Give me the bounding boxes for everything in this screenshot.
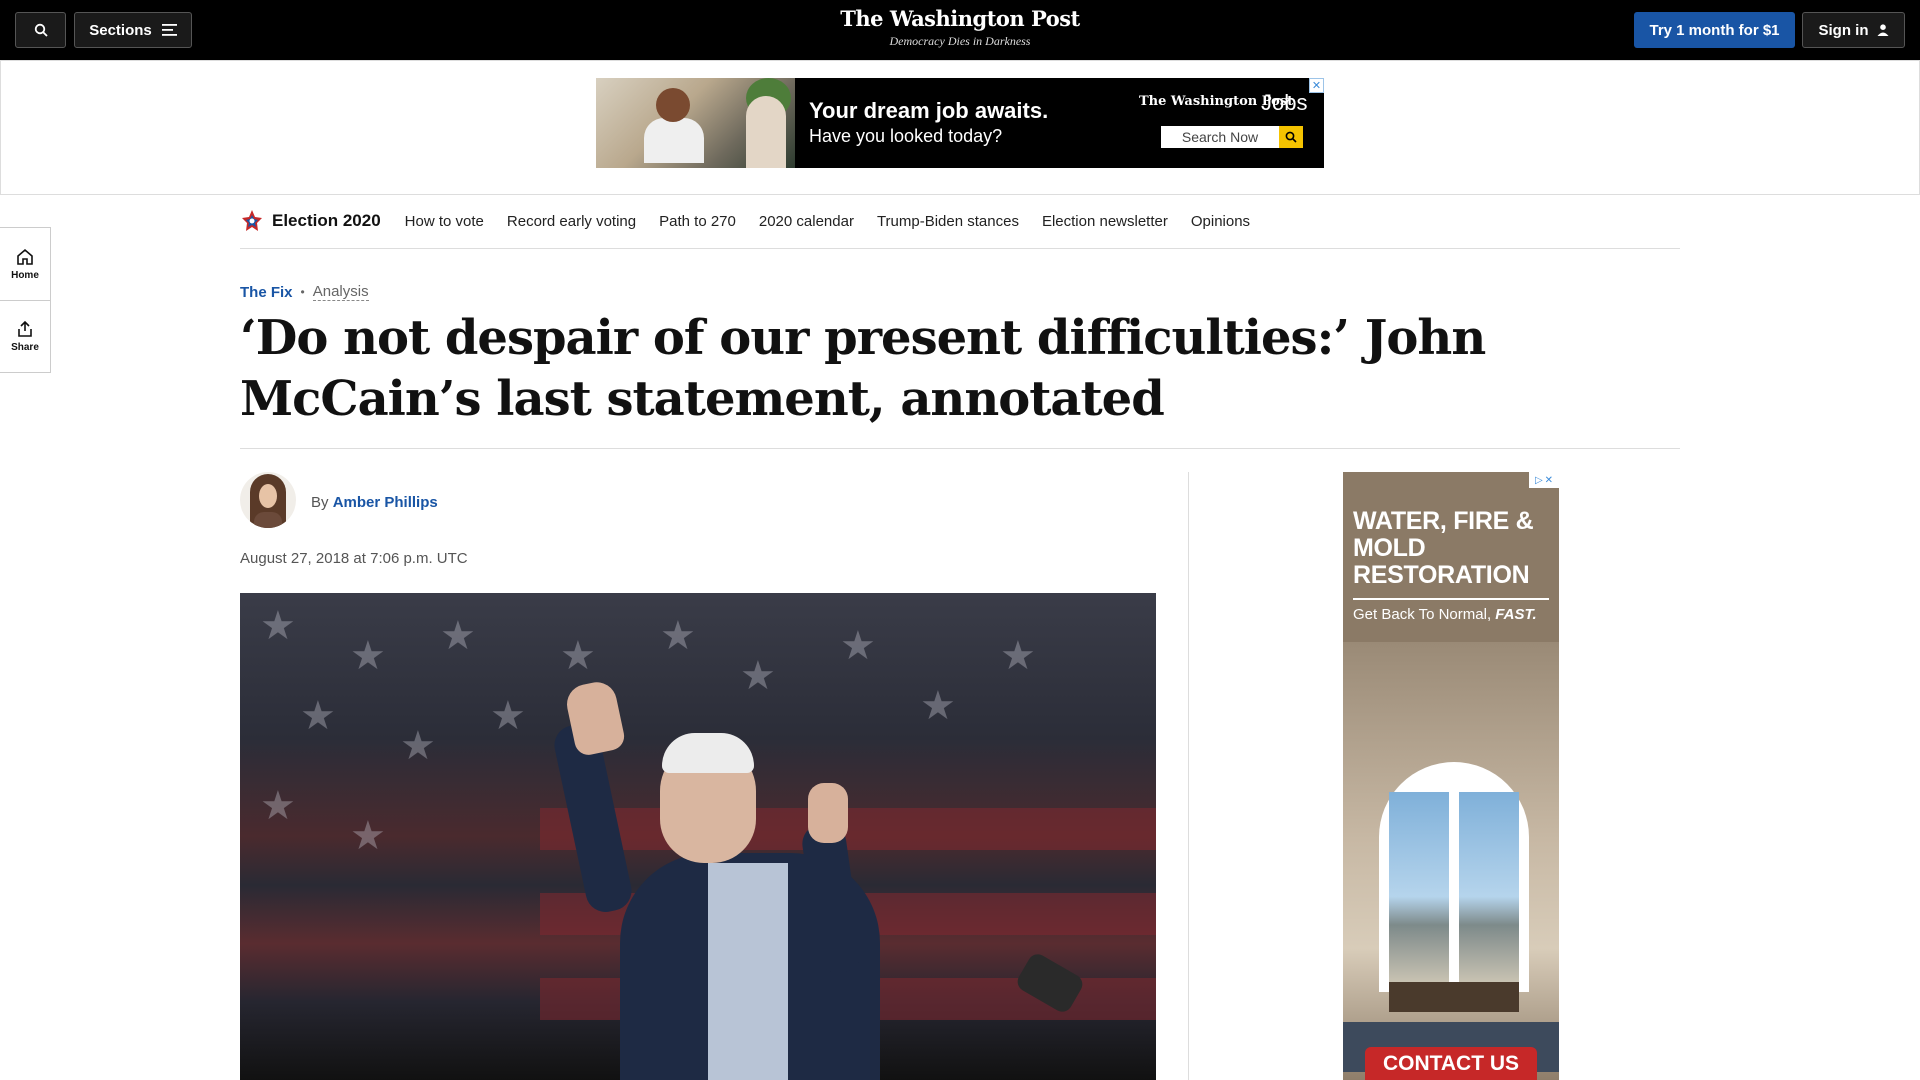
side-ad-close-icon[interactable]: ✕ (1545, 475, 1553, 486)
search-icon (34, 23, 48, 37)
nav-link-opinions[interactable]: Opinions (1191, 213, 1250, 230)
user-icon (1877, 24, 1888, 36)
ad-subline: Have you looked today? (809, 126, 1003, 146)
home-icon (17, 248, 33, 265)
side-ad-tagline: Get Back To Normal, FAST. (1353, 606, 1537, 623)
analysis-label[interactable]: Analysis (312, 283, 369, 301)
rail-home-label: Home (11, 269, 39, 281)
byline-prefix: By (311, 494, 329, 511)
ad-headline: Your dream job awaits. (809, 98, 1049, 123)
election-nav-title: Election 2020 (272, 211, 381, 230)
author-link[interactable]: Amber Phillips (333, 494, 438, 511)
publish-date: August 27, 2018 at 7:06 p.m. UTC (240, 550, 468, 567)
ad-search-magnifier[interactable] (1279, 126, 1303, 148)
contact-us-button[interactable]: CONTACT US (1365, 1047, 1537, 1080)
article-kicker: The Fix • Analysis (240, 283, 369, 301)
rail-home-button[interactable]: Home (0, 228, 50, 300)
nav-link-early-voting[interactable]: Record early voting (507, 213, 636, 230)
signin-button[interactable]: Sign in (1802, 12, 1905, 48)
nav-link-how-to-vote[interactable]: How to vote (405, 213, 484, 230)
sections-label: Sections (89, 21, 152, 39)
search-magnifier-icon (1285, 131, 1297, 143)
sections-button[interactable]: Sections (74, 12, 192, 48)
ad-photo (596, 78, 795, 168)
signin-label: Sign in (1818, 21, 1869, 39)
rail-share-label: Share (11, 342, 39, 353)
byline: By Amber Phillips (311, 494, 438, 511)
logo-title: The Washington Post (840, 6, 1080, 31)
restoration-ad[interactable]: WATER, FIRE & MOLD RESTORATION Get Back … (1343, 472, 1559, 1080)
ad-close-button[interactable]: ✕ (1309, 78, 1324, 93)
jobs-ad-banner[interactable]: Your dream job awaits. Have you looked t… (596, 78, 1324, 168)
subscribe-button[interactable]: Try 1 month for $1 (1634, 12, 1795, 48)
election-star-icon (241, 210, 263, 232)
nav-link-stances[interactable]: Trump-Biden stances (877, 213, 1019, 230)
nav-link-path-to-270[interactable]: Path to 270 (659, 213, 736, 230)
ad-room-image (1343, 642, 1559, 1080)
election-nav: Election 2020 How to vote Record early v… (240, 194, 1680, 249)
search-button[interactable] (15, 12, 66, 48)
headline-divider (240, 448, 1680, 449)
site-logo[interactable]: The Washington Post Democracy Dies in Da… (760, 6, 1160, 49)
nav-link-calendar[interactable]: 2020 calendar (759, 213, 854, 230)
menu-icon (161, 24, 177, 36)
left-rail: Home Share (0, 227, 51, 373)
article-headline: ‘Do not despair of our present difficult… (240, 310, 1486, 427)
site-header: Sections The Washington Post Democracy D… (0, 0, 1920, 60)
side-ad-headline: WATER, FIRE & MOLD RESTORATION (1353, 507, 1534, 589)
adchoices-icon[interactable]: ▷ (1535, 475, 1543, 486)
section-link[interactable]: The Fix (240, 284, 293, 301)
nav-link-newsletter[interactable]: Election newsletter (1042, 213, 1168, 230)
share-icon (18, 320, 32, 337)
rail-share-button[interactable]: Share (0, 300, 50, 372)
side-ad-controls[interactable]: ▷ ✕ (1529, 472, 1559, 488)
election-logo[interactable]: Election 2020 (240, 209, 381, 233)
author-avatar[interactable] (240, 472, 296, 528)
ad-brand-suffix: Jobs (1261, 90, 1308, 115)
ad-search-button[interactable]: Search Now (1161, 126, 1279, 148)
logo-tagline: Democracy Dies in Darkness (889, 34, 1031, 48)
column-divider (1188, 472, 1189, 1080)
article-lead-image[interactable]: ★ ★ ★ ★ ★ ★ ★ ★ ★ ★ ★ ★ ★ ★ (240, 593, 1156, 1080)
kicker-separator: • (300, 285, 305, 299)
